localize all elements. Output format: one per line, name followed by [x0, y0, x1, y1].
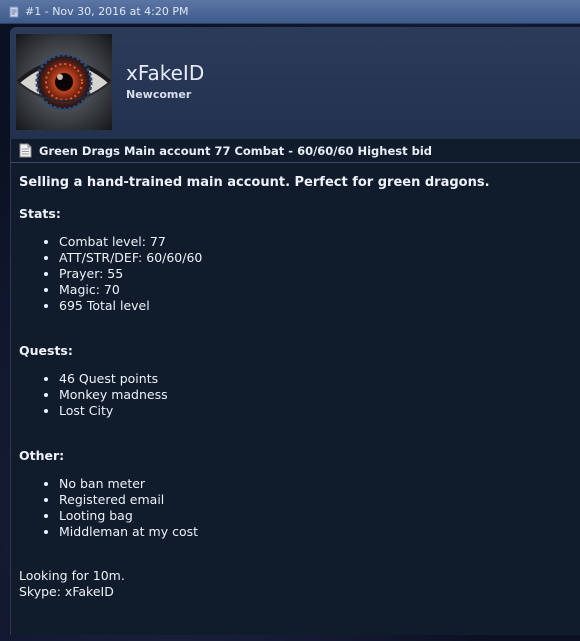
post-content: Selling a hand-trained main account. Per…: [19, 175, 574, 600]
closing-line: Skype: xFakeID: [19, 584, 114, 599]
section-stats: Stats: Combat level: 77 ATT/STR/DEF: 60/…: [19, 206, 574, 314]
post-permalink[interactable]: #1 - Nov 30, 2016 at 4:20 PM: [25, 5, 189, 18]
list-item: Middleman at my cost: [59, 524, 574, 540]
section-quests: Quests: 46 Quest points Monkey madness L…: [19, 343, 574, 419]
post-title: Green Drags Main account 77 Combat - 60/…: [39, 143, 433, 158]
list-item: Registered email: [59, 492, 574, 508]
list-item: Combat level: 77: [59, 234, 574, 250]
list-item: Magic: 70: [59, 282, 574, 298]
section-heading: Stats:: [19, 206, 61, 221]
section-other: Other: No ban meter Registered email Loo…: [19, 448, 574, 540]
post-body: Green Drags Main account 77 Combat - 60/…: [10, 139, 580, 635]
avatar[interactable]: [16, 34, 112, 130]
list-item: Looting bag: [59, 508, 574, 524]
closing-line: Looking for 10m.: [19, 568, 125, 583]
list-item: No ban meter: [59, 476, 574, 492]
list-item: Prayer: 55: [59, 266, 574, 282]
other-list: No ban meter Registered email Looting ba…: [19, 476, 574, 540]
forum-post-page: #1 - Nov 30, 2016 at 4:20 PM xFakeID New…: [0, 0, 580, 641]
user-title: Newcomer: [126, 88, 192, 101]
list-item: 695 Total level: [59, 298, 574, 314]
page-icon: [8, 6, 20, 18]
username-link[interactable]: xFakeID: [126, 61, 204, 85]
list-item: Lost City: [59, 403, 574, 419]
post-header-bar: #1 - Nov 30, 2016 at 4:20 PM: [0, 0, 580, 24]
list-item: Monkey madness: [59, 387, 574, 403]
stats-list: Combat level: 77 ATT/STR/DEF: 60/60/60 P…: [19, 234, 574, 314]
section-heading: Other:: [19, 448, 65, 463]
document-icon: [19, 143, 32, 158]
section-heading: Quests:: [19, 343, 73, 358]
list-item: 46 Quest points: [59, 371, 574, 387]
post-title-bar: Green Drags Main account 77 Combat - 60/…: [11, 139, 580, 163]
post-number: #1: [25, 5, 42, 18]
post-lead: Selling a hand-trained main account. Per…: [19, 175, 490, 190]
post-header-separator: -: [41, 5, 53, 18]
list-item: ATT/STR/DEF: 60/60/60: [59, 250, 574, 266]
post-date: Nov 30, 2016 at 4:20 PM: [52, 5, 189, 18]
user-info-panel: xFakeID Newcomer: [10, 27, 580, 139]
post-closing: Looking for 10m. Skype: xFakeID: [19, 568, 574, 600]
quests-list: 46 Quest points Monkey madness Lost City: [19, 371, 574, 419]
